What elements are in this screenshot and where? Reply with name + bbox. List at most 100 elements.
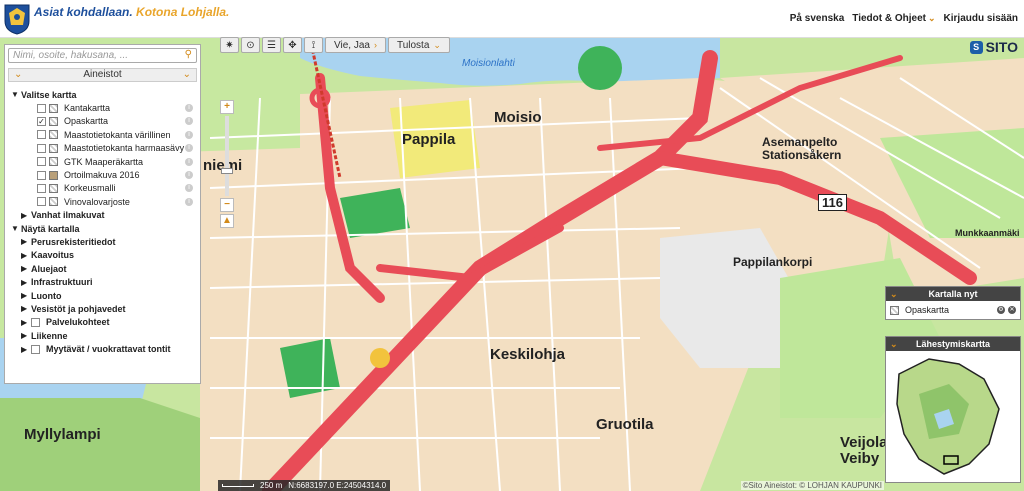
overview-map-widget: ⌄ Lähestymiskartta <box>885 336 1021 483</box>
layer-group-label: Perusrekisteritiedot <box>31 236 116 247</box>
share-button[interactable]: Vie, Jaa › <box>325 37 386 53</box>
tree-choose-map[interactable]: ▼ Valitse kartta <box>11 88 199 101</box>
zoom-slider[interactable] <box>221 116 233 196</box>
brightness-tool-button[interactable]: ✷ <box>220 37 239 53</box>
sun-icon: ✷ <box>225 39 234 51</box>
layer-actions: ⚙ ✕ <box>997 306 1016 314</box>
info-icon[interactable]: i <box>185 197 193 206</box>
zoom-out-button[interactable]: − <box>220 198 234 212</box>
basemap-option[interactable]: Vinovalovarjoste i <box>11 195 199 208</box>
collapsed-triangle-icon: ▶ <box>21 210 28 220</box>
close-icon[interactable]: ✕ <box>1008 306 1016 314</box>
datasets-title: Aineistot <box>83 69 122 80</box>
label-moisio: Moisio <box>494 109 542 126</box>
layer-group-label: Palvelukohteet <box>46 317 110 328</box>
basemap-thumbnail <box>49 157 58 167</box>
search-input[interactable]: Nimi, osoite, hakusana, ... ⚲ <box>8 48 197 63</box>
tree-label: Näytä kartalla <box>21 223 80 234</box>
top-navigation: På svenska Tiedot & Ohjeet ⌄ Kirjaudu sis… <box>790 13 1018 24</box>
basemap-option[interactable]: Kantakartta i <box>11 101 199 114</box>
basemap-label: Maastotietokanta värillinen <box>64 129 171 140</box>
layer-group[interactable]: ▶ Aluejaot <box>11 262 199 275</box>
basemap-option[interactable]: ✓ Opaskartta i <box>11 115 199 128</box>
layer-tree: ▼ Valitse kartta Kantakartta i ✓ Opaskartta i… <box>11 88 199 356</box>
expanded-triangle-icon: ▼ <box>11 90 19 100</box>
layer-group[interactable]: ▶ Vesistöt ja pohjavedet <box>11 302 199 315</box>
sito-mark-icon: S <box>969 40 983 54</box>
basemap-checkbox[interactable] <box>37 170 46 180</box>
zoom-slider-handle[interactable] <box>221 168 233 174</box>
on-map-layer-row: Opaskartta ⚙ ✕ <box>886 301 1020 319</box>
basemap-option[interactable]: GTK Maaperäkartta i <box>11 155 199 168</box>
nav-swedish-link[interactable]: På svenska <box>790 13 845 24</box>
layer-group[interactable]: ▶ Luonto <box>11 289 199 302</box>
basemap-checkbox[interactable] <box>37 103 46 113</box>
basemap-thumbnail <box>49 183 58 193</box>
layers-panel: Nimi, osoite, hakusana, ... ⚲ ⌄ Aineisto… <box>4 44 201 384</box>
layer-group-label: Liikenne <box>31 330 68 341</box>
basemap-checkbox[interactable]: ✓ <box>37 116 46 126</box>
basemap-checkbox[interactable] <box>37 183 46 193</box>
zoom-in-button[interactable]: + <box>220 100 234 114</box>
header: Asiat kohdallaan. Kotona Lohjalla. På sv… <box>0 0 1024 38</box>
layer-group-checkbox[interactable] <box>31 344 40 354</box>
layer-group-label: Vesistöt ja pohjavedet <box>31 303 126 314</box>
basemap-thumbnail <box>49 103 58 113</box>
label-veiby: Veiby <box>840 450 880 467</box>
info-icon[interactable]: i <box>185 117 193 126</box>
basemap-checkbox[interactable] <box>37 157 46 167</box>
layer-group[interactable]: ▶ Liikenne <box>11 329 199 342</box>
info-icon[interactable]: i <box>185 104 193 113</box>
scale-label: 250 m <box>260 481 283 490</box>
overview-map-title: Lähestymiskartta <box>915 339 991 349</box>
nav-info-menu[interactable]: Tiedot & Ohjeet ⌄ <box>852 13 935 24</box>
locate-icon[interactable]: ▲ <box>220 214 234 228</box>
info-icon[interactable]: i <box>185 130 193 139</box>
layer-group[interactable]: ▶ Myytävät / vuokrattavat tontit <box>11 342 199 355</box>
layer-group[interactable]: ▶ Perusrekisteritiedot <box>11 235 199 248</box>
datasets-header[interactable]: ⌄ Aineistot ⌄ <box>8 68 197 82</box>
on-map-now-header[interactable]: ⌄ Kartalla nyt <box>886 287 1020 301</box>
chevron-down-icon: ⌄ <box>890 289 898 299</box>
basemap-option[interactable]: Korkeusmalli i <box>11 182 199 195</box>
basemap-checkbox[interactable] <box>37 130 46 140</box>
chevron-right-icon: › <box>373 40 377 50</box>
basemap-option[interactable]: Maastotietokanta harmaasävy i <box>11 142 199 155</box>
overview-map-header[interactable]: ⌄ Lähestymiskartta <box>886 337 1020 351</box>
label-munkkaanmaki: Munkkaanmäki <box>955 228 1020 238</box>
basemap-thumbnail <box>49 197 58 207</box>
sito-logo: S SITO <box>969 39 1018 55</box>
info-icon[interactable]: i <box>185 157 193 166</box>
layer-group[interactable]: ▶ Infrastruktuuri <box>11 275 199 288</box>
tree-old-aerials[interactable]: ▶ Vanhat ilmakuvat <box>11 209 199 222</box>
print-button[interactable]: Tulosta ⌄ <box>387 37 450 53</box>
nav-info-label: Tiedot & Ohjeet <box>852 13 926 24</box>
layer-group-checkbox[interactable] <box>31 317 40 327</box>
layer-thumbnail <box>890 305 899 315</box>
basemap-thumbnail <box>49 170 58 180</box>
info-icon[interactable]: i <box>185 171 193 180</box>
basemap-label: GTK Maaperäkartta <box>64 156 144 167</box>
legend-tool-button[interactable]: ☰ <box>262 37 281 53</box>
layer-group-label: Myytävät / vuokrattavat tontit <box>46 344 171 355</box>
layer-group[interactable]: ▶ Kaavoitus <box>11 249 199 262</box>
basemap-checkbox[interactable] <box>37 197 46 207</box>
basemap-checkbox[interactable] <box>37 143 46 153</box>
layer-group[interactable]: ▶ Palvelukohteet <box>11 316 199 329</box>
basemap-option[interactable]: Maastotietokanta värillinen i <box>11 128 199 141</box>
label-asemanpelto: Asemanpelto <box>762 135 838 149</box>
pan-tool-button[interactable]: ✥ <box>283 37 302 53</box>
search-icon[interactable]: ⚲ <box>185 49 192 60</box>
settings-icon[interactable]: ⚙ <box>997 306 1005 314</box>
search-placeholder: Nimi, osoite, hakusana, ... <box>13 50 129 61</box>
expanded-triangle-icon: ▼ <box>11 224 19 234</box>
nav-login-link[interactable]: Kirjaudu sisään <box>944 13 1018 24</box>
measure-tool-button[interactable]: ⟟ <box>304 37 323 53</box>
info-icon[interactable]: i <box>185 184 193 193</box>
basemap-label: Kantakartta <box>64 103 111 114</box>
tree-show-on-map[interactable]: ▼ Näytä kartalla <box>11 222 199 235</box>
basemap-option[interactable]: Ortoilmakuva 2016 i <box>11 168 199 181</box>
info-icon[interactable]: i <box>185 144 193 153</box>
overview-map[interactable] <box>889 354 1017 479</box>
info-tool-button[interactable]: ⊙ <box>241 37 260 53</box>
